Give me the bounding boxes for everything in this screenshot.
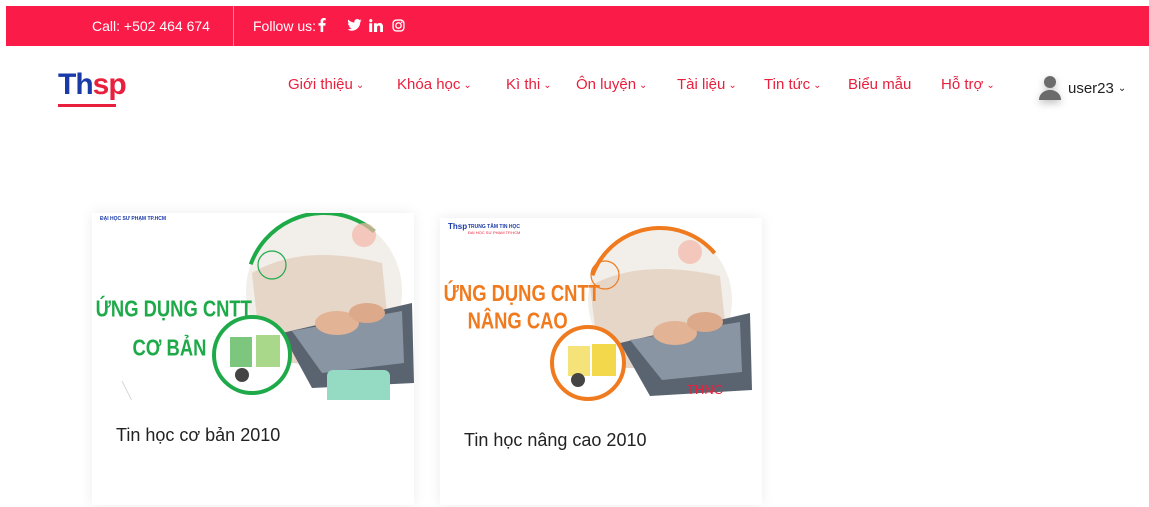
course-title[interactable]: Tin học cơ bản 2010 xyxy=(116,425,280,446)
nav-item-on-luyen[interactable]: Ôn luyện ⌄ xyxy=(576,76,647,93)
course-card[interactable]: ĐẠI HỌC SƯ PHẠM TP.HCM ỨNG DỤNG CNTT CƠ … xyxy=(92,213,414,505)
course-badge xyxy=(327,370,390,400)
main-header: Thsp Giới thiệu ⌄ Khóa học ⌄ Kì thi ⌄ Ôn lu… xyxy=(0,46,1149,126)
course-thumbnail[interactable]: Thsp TRUNG TÂM TIN HỌC ĐẠI HỌC SƯ PHẠM T… xyxy=(440,218,762,405)
nav-item-bieu-mau[interactable]: Biểu mẫu xyxy=(848,76,911,93)
image-subheader-text: ĐẠI HỌC SƯ PHẠM TP.HCM xyxy=(468,230,520,235)
site-logo[interactable]: Thsp xyxy=(58,68,127,108)
follow-us-label: Follow us: xyxy=(253,18,317,34)
chevron-down-icon: ⌄ xyxy=(543,80,552,91)
topbar-divider xyxy=(233,6,234,46)
nav-item-ho-tro[interactable]: Hỗ trợ ⌄ xyxy=(941,76,995,93)
twitter-icon[interactable] xyxy=(346,15,362,35)
call-text: Call: +502 464 674 xyxy=(92,18,210,34)
chevron-down-icon: ⌄ xyxy=(728,80,737,91)
course-title[interactable]: Tin học nâng cao 2010 xyxy=(464,430,646,451)
course-card[interactable]: Thsp TRUNG TÂM TIN HỌC ĐẠI HỌC SƯ PHẠM T… xyxy=(440,218,762,505)
nav-item-ki-thi[interactable]: Kì thi ⌄ xyxy=(506,76,552,93)
logo-mark-small: Thsp xyxy=(448,222,467,231)
chevron-down-icon: ⌄ xyxy=(1117,82,1127,94)
top-bar: Call: +502 464 674 Follow us: xyxy=(6,6,1149,46)
user-menu[interactable]: user23 ⌄ xyxy=(1038,74,1126,102)
facebook-icon[interactable] xyxy=(316,15,328,35)
image-header-text: TRUNG TÂM TIN HỌC xyxy=(468,223,520,230)
image-heading-2: CƠ BẢN xyxy=(132,336,206,361)
chevron-down-icon: ⌄ xyxy=(813,80,822,91)
nav-item-tai-lieu[interactable]: Tài liệu ⌄ xyxy=(677,76,737,93)
user-name: user23 xyxy=(1068,79,1114,97)
instagram-icon[interactable] xyxy=(390,15,406,35)
nav-item-gioi-thieu[interactable]: Giới thiệu ⌄ xyxy=(288,76,364,93)
chevron-down-icon: ⌄ xyxy=(639,80,648,91)
chevron-down-icon: ⌄ xyxy=(355,80,365,91)
image-heading-1: ỨNG DỤNG CNTT xyxy=(96,296,252,323)
logo-underline xyxy=(58,104,116,107)
image-header-text: ĐẠI HỌC SƯ PHẠM TP.HCM xyxy=(100,216,166,222)
logo-wordmark: Thsp xyxy=(58,68,127,101)
image-heading-2: NÂNG CAO xyxy=(468,307,568,334)
nav-item-tin-tuc[interactable]: Tin tức ⌄ xyxy=(764,76,822,93)
linkedin-icon[interactable] xyxy=(368,15,384,35)
chevron-down-icon: ⌄ xyxy=(986,80,995,91)
course-code-badge: THNC xyxy=(687,382,724,397)
user-avatar-icon xyxy=(1038,75,1062,101)
image-heading-1: ỨNG DỤNG CNTT xyxy=(444,280,600,307)
nav-item-khoa-hoc[interactable]: Khóa học ⌄ xyxy=(397,76,472,93)
chevron-down-icon: ⌄ xyxy=(463,80,472,91)
